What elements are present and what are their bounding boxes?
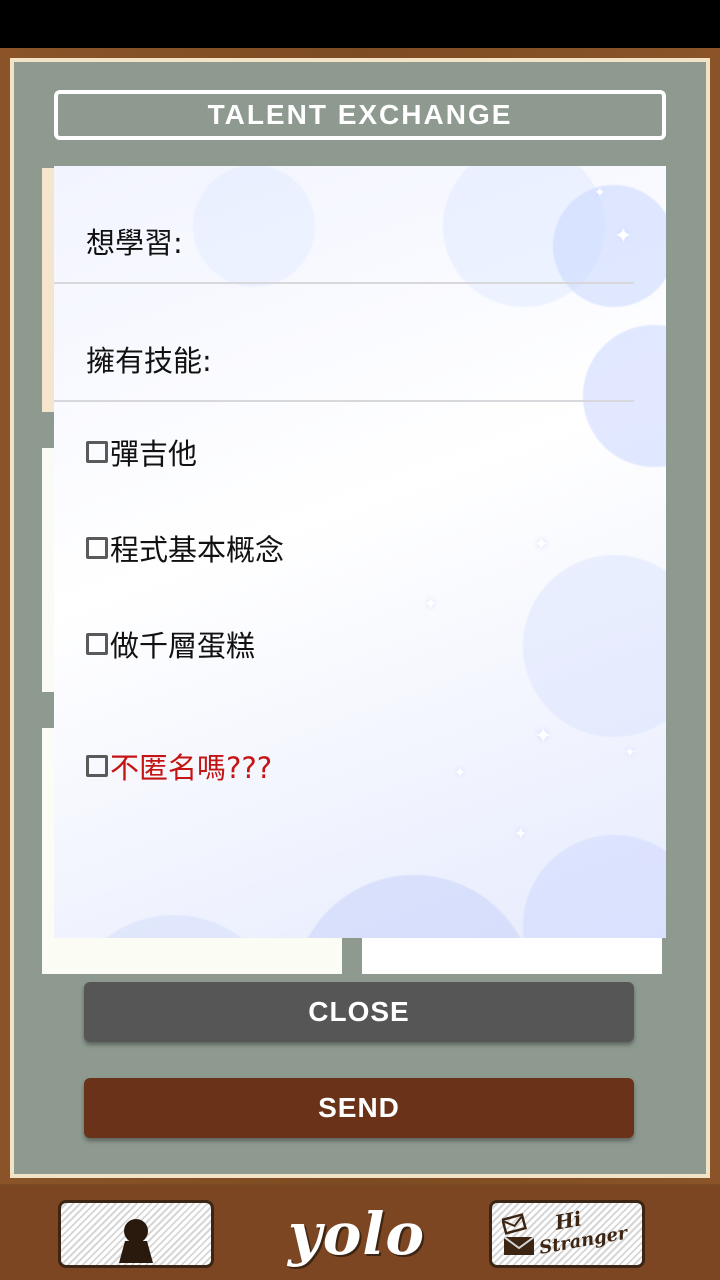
keyhole-icon (119, 1219, 153, 1263)
title-bar: TALENT EXCHANGE (54, 90, 666, 140)
skill-label: 彈吉他 (110, 437, 198, 471)
checkbox-icon[interactable] (86, 537, 108, 559)
yolo-logo: yolo (288, 1200, 426, 1268)
anonymous-label: 不匿名嗎??? (110, 751, 273, 785)
skill-checkbox-programming[interactable]: 程式基本概念 (86, 528, 284, 568)
skill-label: 做千層蛋糕 (110, 629, 256, 663)
skill-checkbox-cake[interactable]: 做千層蛋糕 (86, 624, 255, 664)
sparkle-decoration: ✦ (454, 765, 466, 781)
status-bar (0, 0, 720, 48)
hi-stranger-label: Hi Stranger (534, 1198, 646, 1273)
close-button[interactable]: CLOSE (84, 982, 634, 1042)
sparkle-decoration: ✦ (624, 745, 636, 761)
page-title: TALENT EXCHANGE (207, 99, 513, 130)
checkbox-icon[interactable] (86, 633, 108, 655)
checkbox-icon[interactable] (86, 755, 108, 777)
sparkle-decoration: ✦ (514, 824, 528, 843)
sparkle-decoration: ✦ (424, 594, 438, 613)
anonymous-checkbox[interactable]: 不匿名嗎??? (86, 746, 272, 786)
profile-tile-button[interactable] (58, 1200, 214, 1268)
checkbox-icon[interactable] (86, 441, 108, 463)
skills-owned-field[interactable]: 擁有技能: (54, 284, 634, 402)
sparkle-decoration: ✦ (534, 724, 553, 749)
send-button[interactable]: SEND (84, 1078, 634, 1138)
want-to-learn-label: 想學習: (86, 226, 183, 260)
skills-owned-label: 擁有技能: (86, 344, 212, 378)
talent-exchange-dialog: ✦ ✦ ✦ ✦ ✦ ✦ ✦ ✦ 想學習: 擁有技能: 彈吉他 程式基本概念 做千… (54, 166, 666, 938)
skill-checkbox-guitar[interactable]: 彈吉他 (86, 432, 197, 472)
hi-stranger-tile-button[interactable]: Hi Stranger (489, 1200, 645, 1268)
skill-label: 程式基本概念 (110, 533, 285, 567)
sparkle-decoration: ✦ (534, 534, 550, 555)
want-to-learn-field[interactable]: 想學習: (54, 166, 634, 284)
